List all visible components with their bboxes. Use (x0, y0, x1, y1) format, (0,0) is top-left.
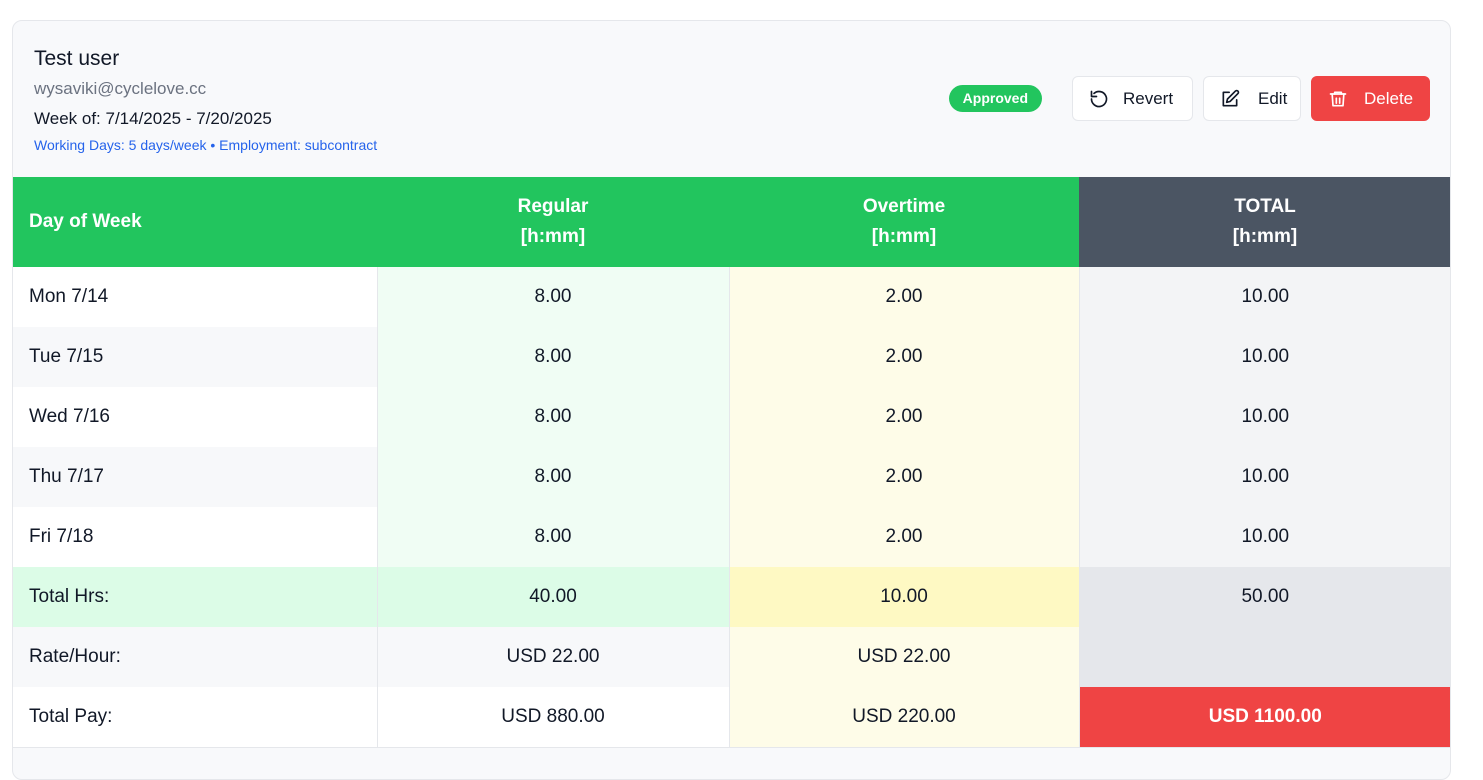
overtime-rate: USD 22.00 (728, 627, 1079, 687)
overtime-cell: 2.00 (728, 327, 1079, 387)
day-cell: Wed 7/16 (13, 387, 377, 447)
table-row: Thu 7/17 8.00 2.00 10.00 (13, 447, 1450, 507)
rate-row: Rate/Hour: USD 22.00 USD 22.00 (13, 627, 1450, 687)
header-overtime-title: Overtime (862, 196, 946, 217)
total-cell: 10.00 (1078, 327, 1450, 387)
status-badge: Approved (948, 85, 1042, 112)
table-row: Wed 7/16 8.00 2.00 10.00 (13, 387, 1450, 447)
total-cell: 10.00 (1078, 267, 1450, 327)
total-rate (1078, 627, 1450, 687)
timesheet-header: Test user wysaviki@cyclelove.cc Week of:… (13, 21, 1450, 177)
regular-cell: 8.00 (376, 387, 729, 447)
header-day: Day of Week (13, 177, 377, 267)
revert-label: Revert (1123, 88, 1174, 108)
total-cell: 10.00 (1078, 447, 1450, 507)
revert-icon (1088, 88, 1110, 110)
employment-meta: Working Days: 5 days/week • Employment: … (34, 137, 378, 153)
total-cell: 10.00 (1078, 387, 1450, 447)
header-regular-title: Regular (517, 196, 589, 217)
rate-label: Rate/Hour: (13, 627, 377, 687)
table-row: Tue 7/15 8.00 2.00 10.00 (13, 327, 1450, 387)
overtime-cell: 2.00 (728, 267, 1079, 327)
revert-button[interactable]: Revert (1072, 76, 1193, 121)
regular-cell: 8.00 (376, 507, 729, 567)
overtime-pay: USD 220.00 (728, 687, 1079, 748)
user-email: wysaviki@cyclelove.cc (34, 79, 207, 98)
overtime-cell: 2.00 (728, 447, 1079, 507)
table-row: Mon 7/14 8.00 2.00 10.00 (13, 267, 1450, 327)
grand-total-pay: USD 1100.00 (1078, 687, 1450, 748)
total-hours-row: Total Hrs: 40.00 10.00 50.00 (13, 567, 1450, 627)
header-regular-unit: [h:mm] (520, 226, 586, 247)
total-regular-hours: 40.00 (376, 567, 729, 627)
regular-cell: 8.00 (376, 327, 729, 387)
regular-cell: 8.00 (376, 447, 729, 507)
total-pay-row: Total Pay: USD 880.00 USD 220.00 USD 110… (13, 687, 1450, 748)
delete-label: Delete (1364, 88, 1414, 108)
edit-button[interactable]: Edit (1203, 76, 1301, 121)
regular-cell: 8.00 (376, 267, 729, 327)
trash-icon (1327, 88, 1349, 110)
hours-table: Day of Week Regular [h:mm] Overtime [h:m… (13, 177, 1450, 748)
regular-pay: USD 880.00 (376, 687, 729, 748)
header-overtime-unit: [h:mm] (871, 226, 937, 247)
day-cell: Tue 7/15 (13, 327, 377, 387)
timesheet-card: Test user wysaviki@cyclelove.cc Week of:… (12, 20, 1451, 780)
week-range: Week of: 7/14/2025 - 7/20/2025 (34, 109, 272, 128)
header-regular: Regular [h:mm] (377, 177, 729, 267)
day-cell: Fri 7/18 (13, 507, 377, 567)
overtime-cell: 2.00 (728, 387, 1079, 447)
overtime-cell: 2.00 (728, 507, 1079, 567)
day-cell: Thu 7/17 (13, 447, 377, 507)
table-row: Fri 7/18 8.00 2.00 10.00 (13, 507, 1450, 567)
header-total-unit: [h:mm] (1232, 226, 1298, 247)
edit-label: Edit (1258, 88, 1288, 108)
total-cell: 10.00 (1078, 507, 1450, 567)
table-header-row: Day of Week Regular [h:mm] Overtime [h:m… (13, 177, 1450, 267)
header-total: TOTAL [h:mm] (1079, 177, 1450, 267)
header-total-title: TOTAL (1234, 196, 1296, 217)
header-overtime: Overtime [h:mm] (729, 177, 1079, 267)
regular-rate: USD 22.00 (376, 627, 729, 687)
grand-total-hours: 50.00 (1078, 567, 1450, 627)
action-bar: Approved Revert Edit Delete (948, 76, 1430, 121)
total-overtime-hours: 10.00 (728, 567, 1079, 627)
user-name: Test user (34, 47, 120, 70)
day-cell: Mon 7/14 (13, 267, 377, 327)
total-hours-label: Total Hrs: (13, 567, 377, 627)
total-pay-label: Total Pay: (13, 687, 377, 748)
edit-icon (1219, 88, 1241, 110)
delete-button[interactable]: Delete (1311, 76, 1430, 121)
